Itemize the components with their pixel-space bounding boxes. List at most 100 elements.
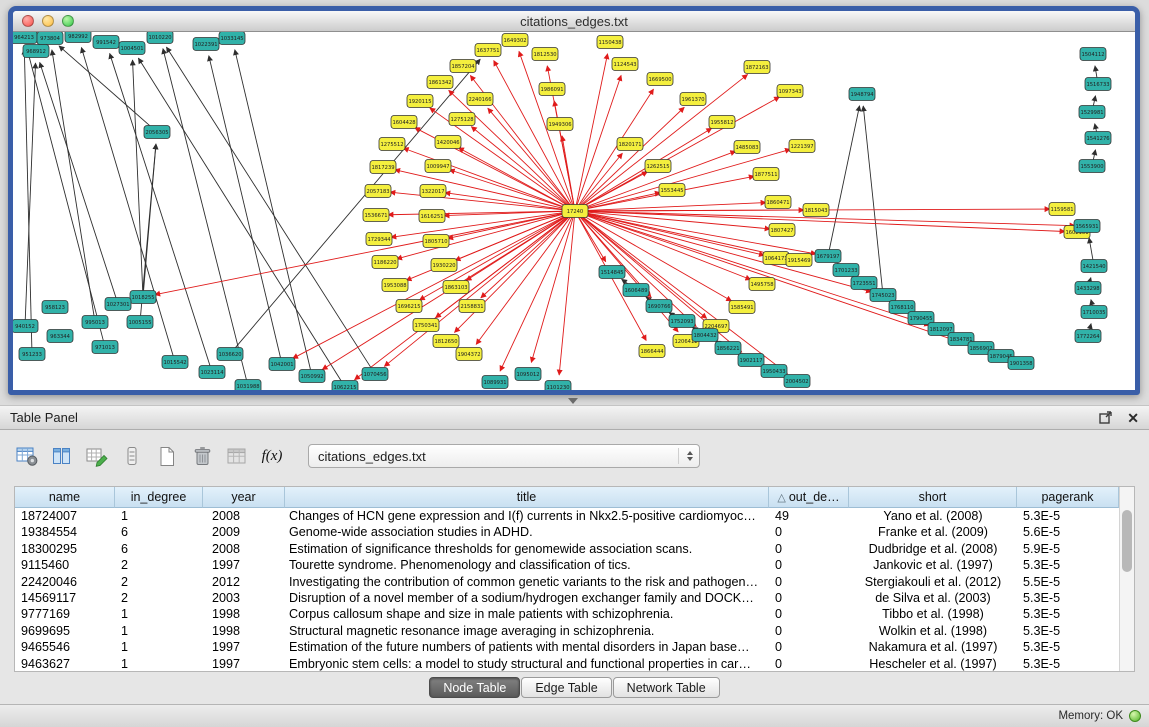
table-cell[interactable]: Wolkin et al. (1998) bbox=[849, 623, 1017, 639]
splitter-handle[interactable] bbox=[568, 398, 578, 404]
table-cell[interactable]: Embryonic stem cells: a model to study s… bbox=[285, 656, 769, 671]
graph-edge[interactable] bbox=[163, 49, 247, 381]
graph-edge[interactable] bbox=[1095, 124, 1097, 132]
graph-edge[interactable] bbox=[1093, 150, 1095, 160]
graph-edge[interactable] bbox=[133, 60, 143, 291]
table-cell[interactable]: 0 bbox=[769, 524, 849, 540]
table-cell[interactable]: Tibbo et al. (1998) bbox=[849, 606, 1017, 622]
graph-edge[interactable] bbox=[234, 59, 480, 349]
graph-node[interactable]: 1807427 bbox=[769, 224, 795, 237]
graph-node[interactable]: 1723551 bbox=[851, 277, 877, 290]
graph-edge[interactable] bbox=[24, 49, 32, 348]
network-graph[interactable]: 1724018572041861342192011516044281275512… bbox=[13, 32, 1135, 390]
graph-node[interactable]: 1902117 bbox=[738, 354, 764, 367]
graph-node[interactable]: 1097343 bbox=[777, 85, 803, 98]
graph-node[interactable]: 1514845 bbox=[599, 266, 625, 279]
table-cell[interactable]: 2 bbox=[115, 574, 203, 590]
graph-node[interactable]: 1536671 bbox=[363, 209, 389, 222]
table-cell[interactable]: 5.3E-5 bbox=[1017, 656, 1119, 671]
table-cell[interactable]: 1 bbox=[115, 656, 203, 671]
graph-node[interactable]: 995013 bbox=[82, 316, 108, 329]
graph-node[interactable]: 1953088 bbox=[382, 279, 408, 292]
graph-node[interactable]: 940152 bbox=[13, 320, 38, 333]
table-cell[interactable]: 5.9E-5 bbox=[1017, 541, 1119, 557]
table-cell[interactable]: 9115460 bbox=[15, 557, 115, 573]
table-cell[interactable]: 5.5E-5 bbox=[1017, 574, 1119, 590]
network-view-window[interactable]: citations_edges.txt 17240185720418613421… bbox=[8, 6, 1140, 395]
column-header-5[interactable]: short bbox=[849, 487, 1017, 508]
table-cell[interactable]: 9699695 bbox=[15, 623, 115, 639]
graph-node[interactable]: 1690766 bbox=[646, 300, 672, 313]
table-cell[interactable]: 9463627 bbox=[15, 656, 115, 671]
graph-node[interactable]: 973804 bbox=[37, 32, 63, 45]
graph-node[interactable]: 17240 bbox=[562, 205, 588, 218]
graph-node[interactable]: 1275512 bbox=[379, 138, 405, 151]
table-cell[interactable]: Investigating the contribution of common… bbox=[285, 574, 769, 590]
table-cell[interactable]: 2008 bbox=[203, 541, 285, 557]
table-cell[interactable]: 1997 bbox=[203, 656, 285, 671]
graph-node[interactable]: 1745023 bbox=[870, 289, 896, 302]
graph-edge[interactable] bbox=[390, 192, 569, 210]
graph-node[interactable]: 1649302 bbox=[502, 34, 528, 47]
table-cell[interactable]: 0 bbox=[769, 557, 849, 573]
graph-node[interactable]: 1817239 bbox=[370, 161, 396, 174]
graph-node[interactable]: 1095012 bbox=[515, 368, 541, 381]
graph-node[interactable]: 1930220 bbox=[431, 259, 457, 272]
close-window-button[interactable] bbox=[22, 15, 34, 27]
graph-node[interactable]: 1863103 bbox=[443, 281, 469, 294]
graph-edge[interactable] bbox=[40, 62, 116, 298]
graph-node[interactable]: 2240166 bbox=[467, 93, 493, 106]
graph-node[interactable]: 1948794 bbox=[849, 88, 875, 101]
graph-node[interactable]: 1866444 bbox=[639, 345, 665, 358]
network-canvas[interactable]: 1724018572041861342192011516044281275512… bbox=[13, 32, 1135, 390]
graph-edge[interactable] bbox=[27, 49, 103, 342]
table-settings-icon[interactable] bbox=[14, 443, 40, 469]
graph-node[interactable]: 951233 bbox=[19, 348, 45, 361]
table-cell[interactable]: 5.3E-5 bbox=[1017, 623, 1119, 639]
table-cell[interactable]: Corpus callosum shape and size in male p… bbox=[285, 606, 769, 622]
graph-node[interactable]: 1696215 bbox=[396, 300, 422, 313]
graph-node[interactable]: 1018255 bbox=[130, 291, 156, 304]
table-cell[interactable]: 1 bbox=[115, 639, 203, 655]
table-cell[interactable]: 0 bbox=[769, 606, 849, 622]
graph-node[interactable]: 1955812 bbox=[709, 116, 735, 129]
table-cell[interactable]: 0 bbox=[769, 574, 849, 590]
graph-node[interactable]: 982992 bbox=[65, 32, 91, 43]
table-cell[interactable]: Disruption of a novel member of a sodium… bbox=[285, 590, 769, 606]
table-cell[interactable]: 19384554 bbox=[15, 524, 115, 540]
table-cell[interactable]: 2012 bbox=[203, 574, 285, 590]
graph-node[interactable]: 1031988 bbox=[235, 380, 261, 391]
table-cell[interactable]: 2 bbox=[115, 590, 203, 606]
table-cell[interactable]: 1 bbox=[115, 508, 203, 524]
graph-node[interactable]: 2158831 bbox=[459, 300, 485, 313]
table-row[interactable]: 1938455462009Genome-wide association stu… bbox=[15, 524, 1119, 540]
column-header-0[interactable]: name bbox=[15, 487, 115, 508]
tab-node-table[interactable]: Node Table bbox=[429, 677, 520, 698]
graph-node[interactable]: 1322017 bbox=[420, 185, 446, 198]
graph-edge[interactable] bbox=[578, 216, 606, 262]
table-row[interactable]: 946362711997Embryonic stem cells: a mode… bbox=[15, 656, 1119, 671]
table-cell[interactable]: 2008 bbox=[203, 508, 285, 524]
graph-node[interactable]: 1904372 bbox=[456, 348, 482, 361]
graph-node[interactable]: 1637751 bbox=[475, 44, 501, 57]
table-cell[interactable]: 1 bbox=[115, 606, 203, 622]
graph-node[interactable]: 1861342 bbox=[427, 76, 453, 89]
graph-node[interactable]: 1005155 bbox=[127, 316, 153, 329]
graph-node[interactable]: 971013 bbox=[92, 341, 118, 354]
graph-node[interactable]: 1950433 bbox=[761, 365, 787, 378]
graph-edge[interactable] bbox=[110, 53, 210, 366]
network-select[interactable]: citations_edges.txt bbox=[308, 444, 700, 468]
table-cell[interactable]: Changes of HCN gene expression and I(f) … bbox=[285, 508, 769, 524]
table-cell[interactable]: 1998 bbox=[203, 606, 285, 622]
graph-edge[interactable] bbox=[1095, 66, 1097, 78]
graph-node[interactable]: 1772264 bbox=[1075, 330, 1101, 343]
graph-edge[interactable] bbox=[1089, 238, 1093, 260]
graph-node[interactable]: 1961370 bbox=[680, 93, 706, 106]
table-cell[interactable]: Nakamura et al. (1997) bbox=[849, 639, 1017, 655]
graph-node[interactable]: 1150438 bbox=[597, 36, 623, 49]
table-cell[interactable]: 14569117 bbox=[15, 590, 115, 606]
graph-edge[interactable] bbox=[580, 215, 788, 374]
graph-node[interactable]: 964213 bbox=[13, 32, 37, 44]
table-cell[interactable]: 9777169 bbox=[15, 606, 115, 622]
graph-edge[interactable] bbox=[863, 106, 882, 289]
